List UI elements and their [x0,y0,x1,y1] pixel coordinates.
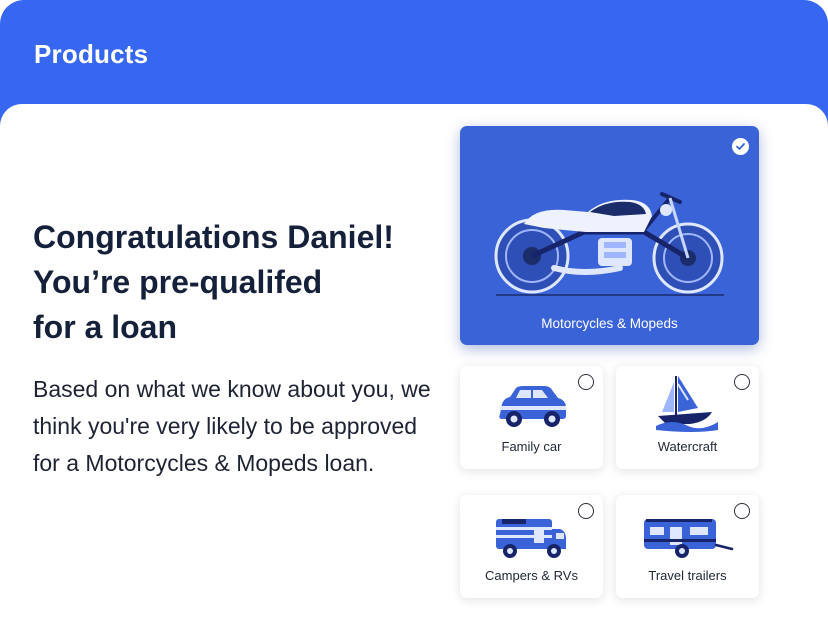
selected-check-icon [732,138,749,155]
product-card-family-car[interactable]: Family car [460,366,603,469]
product-card-watercraft[interactable]: Watercraft [616,366,759,469]
headline-line-2: You’re pre-qualifed [33,264,323,300]
product-card-campers-rvs[interactable]: Campers & RVs [460,495,603,598]
sailboat-icon [656,376,718,432]
radio-watercraft[interactable] [734,374,750,390]
camper-icon [496,519,566,558]
page-title: Products [34,39,149,69]
card-label-travel-trailers: Travel trailers [648,568,727,583]
radio-family-car[interactable] [578,374,594,390]
headline: Congratulations Daniel! You’re pre-quali… [33,215,433,350]
headline-line-1: Congratulations Daniel! [33,219,394,255]
product-card-travel-trailers[interactable]: Travel trailers [616,495,759,598]
card-label-family-car: Family car [501,439,562,454]
trailer-icon [644,519,734,558]
card-label-motorcycles: Motorcycles & Mopeds [541,316,678,331]
radio-travel-trailers[interactable] [734,503,750,519]
product-card-motorcycles[interactable]: Motorcycles & Mopeds [460,126,759,345]
car-icon [499,386,566,427]
headline-line-3: for a loan [33,309,178,345]
radio-campers-rvs[interactable] [578,503,594,519]
card-label-watercraft: Watercraft [657,439,718,454]
motorcycle-icon [494,192,724,296]
card-label-campers-rvs: Campers & RVs [485,568,578,583]
intro-body-text: Based on what we know about you, we thin… [33,376,431,476]
